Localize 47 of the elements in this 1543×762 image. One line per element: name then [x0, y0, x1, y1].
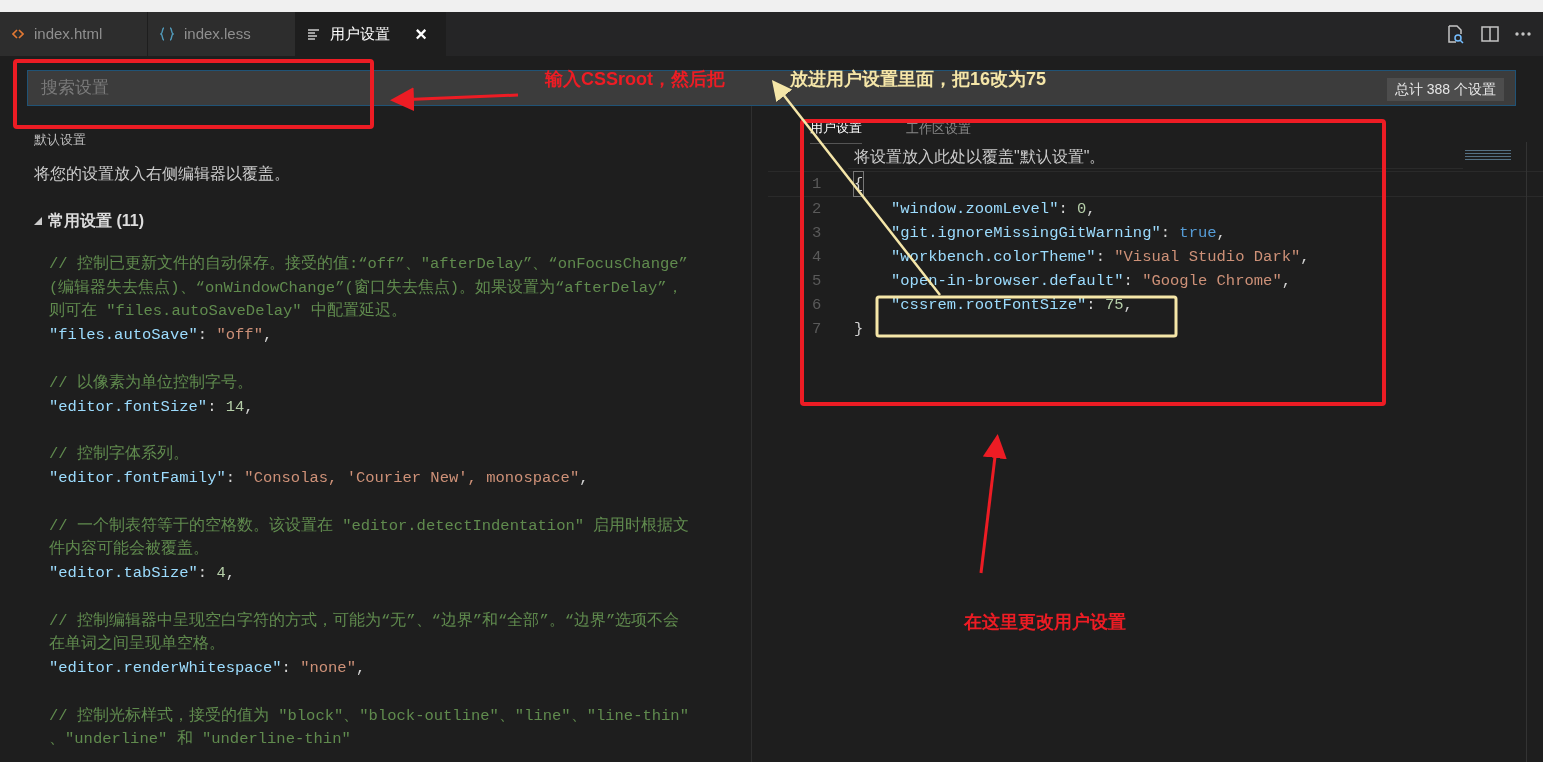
settings-file-icon	[308, 28, 320, 40]
line-number: 4	[811, 247, 823, 268]
code-line: "git.ignoreMissingGitWarning": true,	[891, 223, 1226, 244]
code-comment: // 以像素为单位控制字号。	[49, 372, 254, 394]
code-comment: // 一个制表符等于的空格数。该设置在 "editor.detectIndentation" 启用时根据文	[49, 515, 691, 537]
editor-description: 将设置放入此处以覆盖"默认设置"。	[854, 147, 1107, 167]
editor-tab[interactable]: index.html	[0, 12, 148, 56]
code-line: "window.zoomLevel": 0,	[891, 199, 1096, 220]
code-line: "editor.fontSize": 14,	[49, 396, 255, 418]
annotation-text: 在这里更改用户设置	[964, 611, 1126, 634]
pane-title: 默认设置	[34, 132, 87, 148]
editor-tab[interactable]: 用户设置 ×	[296, 12, 446, 56]
code-line: "editor.renderWhitespace": "none",	[49, 658, 367, 680]
code-comment: // 控制已更新文件的自动保存。接受的值:“off”、"afterDelay”、“onFocusChange”	[49, 253, 689, 275]
line-number: 1	[811, 174, 823, 195]
code-line: "cssrem.rootFontSize": 75,	[891, 295, 1133, 316]
settings-group-header[interactable]: 常用设置 (11)	[34, 209, 751, 233]
code-comment: // 控制字体系列。	[49, 443, 190, 466]
settings-count: 总计 388 个设置	[1386, 78, 1504, 101]
line-number: 5	[811, 271, 823, 292]
line-number: 7	[811, 319, 823, 340]
annotation-text: 放进用户设置里面，把16改为75	[790, 68, 1047, 91]
annotation-text: 输入CSSroot，然后把	[545, 68, 725, 91]
code-comment: (编辑器失去焦点)、“onWindowChange”(窗口失去焦点)。如果设置为“afterDelay”，	[49, 277, 684, 299]
code-comment: 、"underline" 和 "underline-thin"	[49, 729, 352, 751]
braces-file-icon	[160, 27, 174, 41]
settings-tab[interactable]: 工作区设置	[906, 118, 971, 144]
code-comment: // 控制光标样式，接受的值为 "block"、"block-outline"、"line"、"line-thin"	[49, 705, 690, 727]
code-line: "editor.tabSize": 4,	[49, 563, 237, 584]
code-line: "files.autoSave": "off",	[49, 325, 274, 347]
code-line: "editor.fontFamily": "Consolas, 'Courier New', monospace",	[49, 467, 590, 489]
code-comment: // 控制编辑器中呈现空白字符的方式，可能为“无”、“边界”和“全部”。“边界”选项不会	[49, 610, 681, 632]
line-number: 6	[811, 295, 823, 316]
code-comment: 则可在 "files.autoSaveDelay" 中配置延迟。	[49, 301, 408, 323]
line-number: 2	[811, 199, 823, 220]
more-icon[interactable]	[1515, 32, 1531, 36]
split-editor-icon[interactable]	[1481, 25, 1499, 43]
code-line: }	[854, 319, 864, 340]
editor-tab[interactable]: index.less	[148, 12, 296, 56]
code-file-icon	[12, 28, 24, 40]
close-tab-icon[interactable]: ×	[415, 24, 427, 44]
search-file-icon[interactable]	[1445, 24, 1465, 44]
code-line: {	[854, 172, 864, 196]
line-number: 3	[811, 223, 823, 244]
code-comment: 在单词之间呈现单空格。	[49, 633, 226, 656]
code-comment: 件内容可能会被覆盖。	[49, 538, 210, 561]
pane-description: 将您的设置放入右侧编辑器以覆盖。	[34, 164, 291, 184]
